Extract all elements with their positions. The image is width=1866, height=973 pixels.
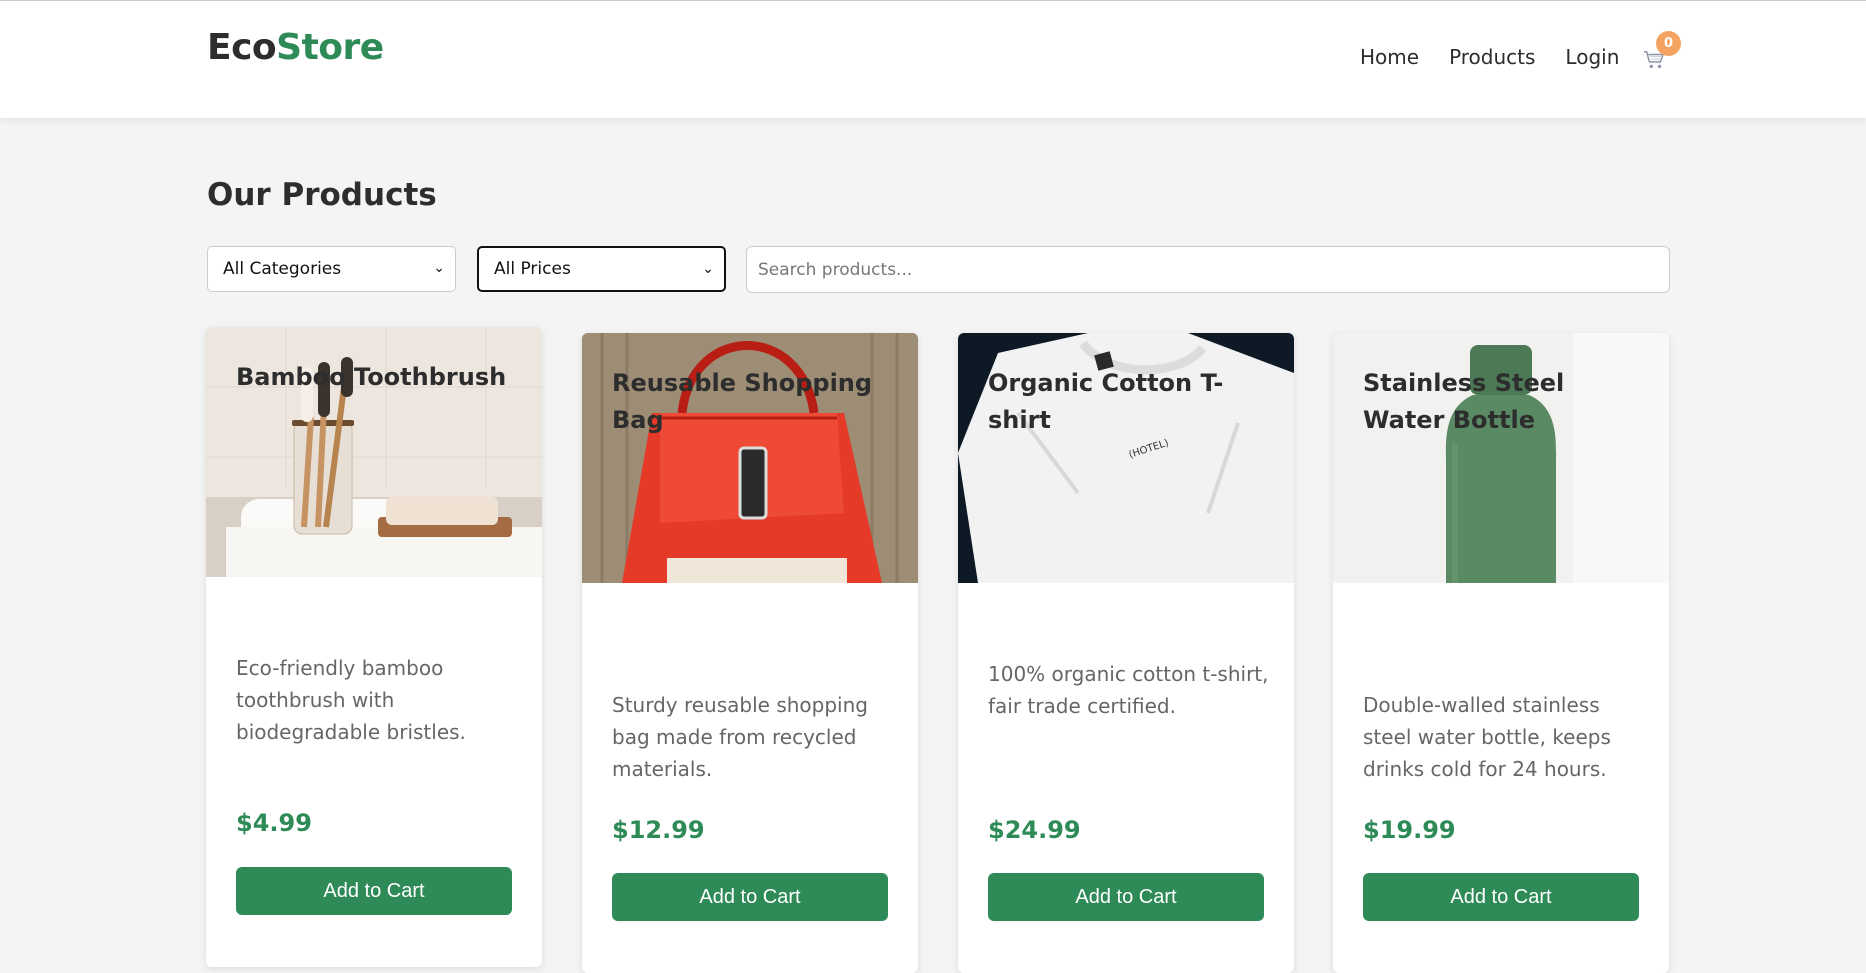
category-select[interactable]: All Categories ⌄ xyxy=(207,246,456,292)
product-name: Reusable Shopping Bag xyxy=(612,369,873,434)
add-to-cart-button[interactable]: Add to Cart xyxy=(612,873,888,921)
product-description: Eco-friendly bamboo toothbrush with biod… xyxy=(236,656,466,744)
cart-count-badge: 0 xyxy=(1656,31,1681,56)
product-name: Stainless Steel Water Bottle xyxy=(1363,369,1565,434)
search-input[interactable] xyxy=(746,246,1670,293)
add-to-cart-button[interactable]: Add to Cart xyxy=(1363,873,1639,921)
chevron-down-icon: ⌄ xyxy=(702,261,714,277)
add-to-cart-button[interactable]: Add to Cart xyxy=(236,867,512,915)
site-logo[interactable]: EcoStore xyxy=(207,27,384,68)
nav-products-link[interactable]: Products xyxy=(1449,45,1535,69)
nav-login-link[interactable]: Login xyxy=(1565,45,1619,69)
product-card: Reusable Shopping Bag Sturdy reusable sh… xyxy=(582,333,918,973)
price-select-value: All Prices xyxy=(494,259,571,279)
page-title: Our Products xyxy=(207,177,437,213)
product-price: $24.99 xyxy=(988,816,1081,844)
product-description: Double-walled stainless steel water bott… xyxy=(1363,693,1611,781)
product-card: Stainless Steel Water Bottle Double-wall… xyxy=(1333,333,1669,973)
logo-part-store: Store xyxy=(276,27,384,68)
product-price: $4.99 xyxy=(236,809,312,837)
price-select[interactable]: All Prices ⌄ xyxy=(477,246,726,292)
site-header: EcoStore Home Products Login 0 xyxy=(0,1,1866,118)
product-card: Bamboo Toothbrush Eco-friendly bamboo to… xyxy=(206,327,542,967)
filter-bar: All Categories ⌄ All Prices ⌄ xyxy=(0,246,1866,294)
product-card: (HOTEL) Organic Cotton T-shirt 100% orga… xyxy=(958,333,1294,973)
product-name: Bamboo Toothbrush xyxy=(236,363,507,391)
product-price: $19.99 xyxy=(1363,816,1456,844)
product-name: Organic Cotton T-shirt xyxy=(988,369,1224,434)
product-description: Sturdy reusable shopping bag made from r… xyxy=(612,693,868,781)
chevron-down-icon: ⌄ xyxy=(433,260,445,276)
product-description: 100% organic cotton t-shirt, fair trade … xyxy=(988,662,1269,718)
logo-part-eco: Eco xyxy=(207,27,277,68)
product-price: $12.99 xyxy=(612,816,705,844)
category-select-value: All Categories xyxy=(223,259,342,279)
main-nav: Home Products Login xyxy=(1360,45,1649,69)
add-to-cart-button[interactable]: Add to Cart xyxy=(988,873,1264,921)
nav-home-link[interactable]: Home xyxy=(1360,45,1419,69)
